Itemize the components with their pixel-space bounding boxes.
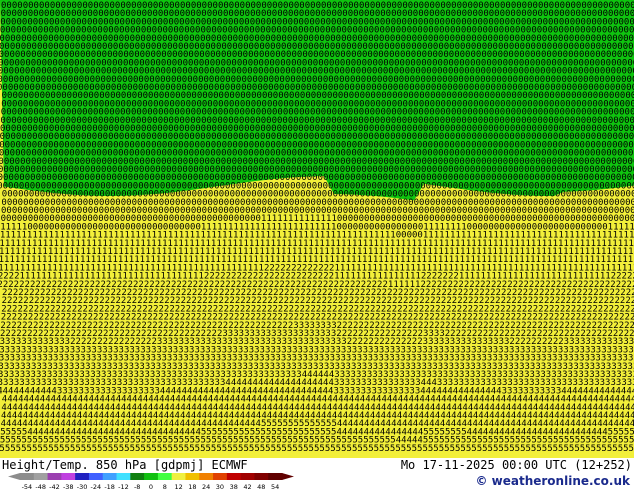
scale-tick-label: 42 [243, 483, 251, 490]
scale-tick-label: 18 [188, 483, 196, 490]
color-scale-legend: -54 -48 -42 -38 -30 -24 -18 -12 -8 0 8 12 18 24 30 38 42… [8, 473, 294, 490]
scale-tick-label: 0 [149, 483, 153, 490]
scale-swatch [61, 473, 76, 480]
scale-tick-label: -24 [91, 483, 102, 490]
scale-swatch [144, 473, 159, 480]
scale-right-arrow [282, 473, 294, 480]
scale-swatch [185, 473, 200, 480]
scale-swatch [33, 473, 49, 480]
scale-tick-label: -18 [104, 483, 115, 490]
scale-swatch [226, 473, 242, 480]
scale-swatch [130, 473, 145, 480]
credit-link[interactable]: © weatheronline.co.uk [475, 474, 630, 488]
scale-swatch [75, 473, 90, 480]
scale-swatch [116, 473, 131, 480]
scale-swatch [199, 473, 214, 480]
scale-tick-label: 54 [271, 483, 279, 490]
scale-swatch [47, 473, 62, 480]
weather-map: 0000000000000000000000000000000000000000… [0, 0, 634, 458]
scale-swatch [20, 473, 35, 480]
scale-tick-label: 48 [257, 483, 265, 490]
scale-tick-label: 38 [230, 483, 238, 490]
scale-swatch [171, 473, 186, 480]
valid-time: Mo 17-11-2025 00:00 UTC (12+252) [400, 458, 632, 472]
scale-swatch [268, 473, 283, 480]
temperature-glyphs: 0000000000000000000000000000000000000000… [0, 1, 634, 454]
scale-swatch [157, 473, 173, 480]
scale-left-arrow [8, 473, 20, 480]
scale-tick-label: 30 [216, 483, 224, 490]
scale-tick-label: 8 [163, 483, 167, 490]
scale-tick-label: -8 [134, 483, 140, 490]
scale-tick-label: -42 [49, 483, 60, 490]
scale-tick-label: -38 [63, 483, 74, 490]
scale-swatch [88, 473, 104, 480]
map-footer: Height/Temp. 850 hPa [gdpmj] ECMWF Mo 17… [0, 458, 634, 490]
scale-swatch [240, 473, 255, 480]
scale-swatch [254, 473, 269, 480]
temperature-field: 0000000000000000000000000000000000000000… [0, 0, 634, 458]
scale-swatch [102, 473, 118, 480]
scale-tick-label: -30 [77, 483, 88, 490]
map-title: Height/Temp. 850 hPa [gdpmj] ECMWF [2, 458, 248, 472]
scale-swatch [213, 473, 228, 480]
scale-tick-label: -12 [118, 483, 129, 490]
scale-tick-label: 24 [202, 483, 210, 490]
scale-tick-label: 12 [174, 483, 182, 490]
scale-tick-label: -54 [22, 483, 33, 490]
scale-tick-label: -48 [35, 483, 46, 490]
svg-text:555555555555555555555555555555: 5555555555555555555555555555555555555555… [0, 444, 634, 454]
